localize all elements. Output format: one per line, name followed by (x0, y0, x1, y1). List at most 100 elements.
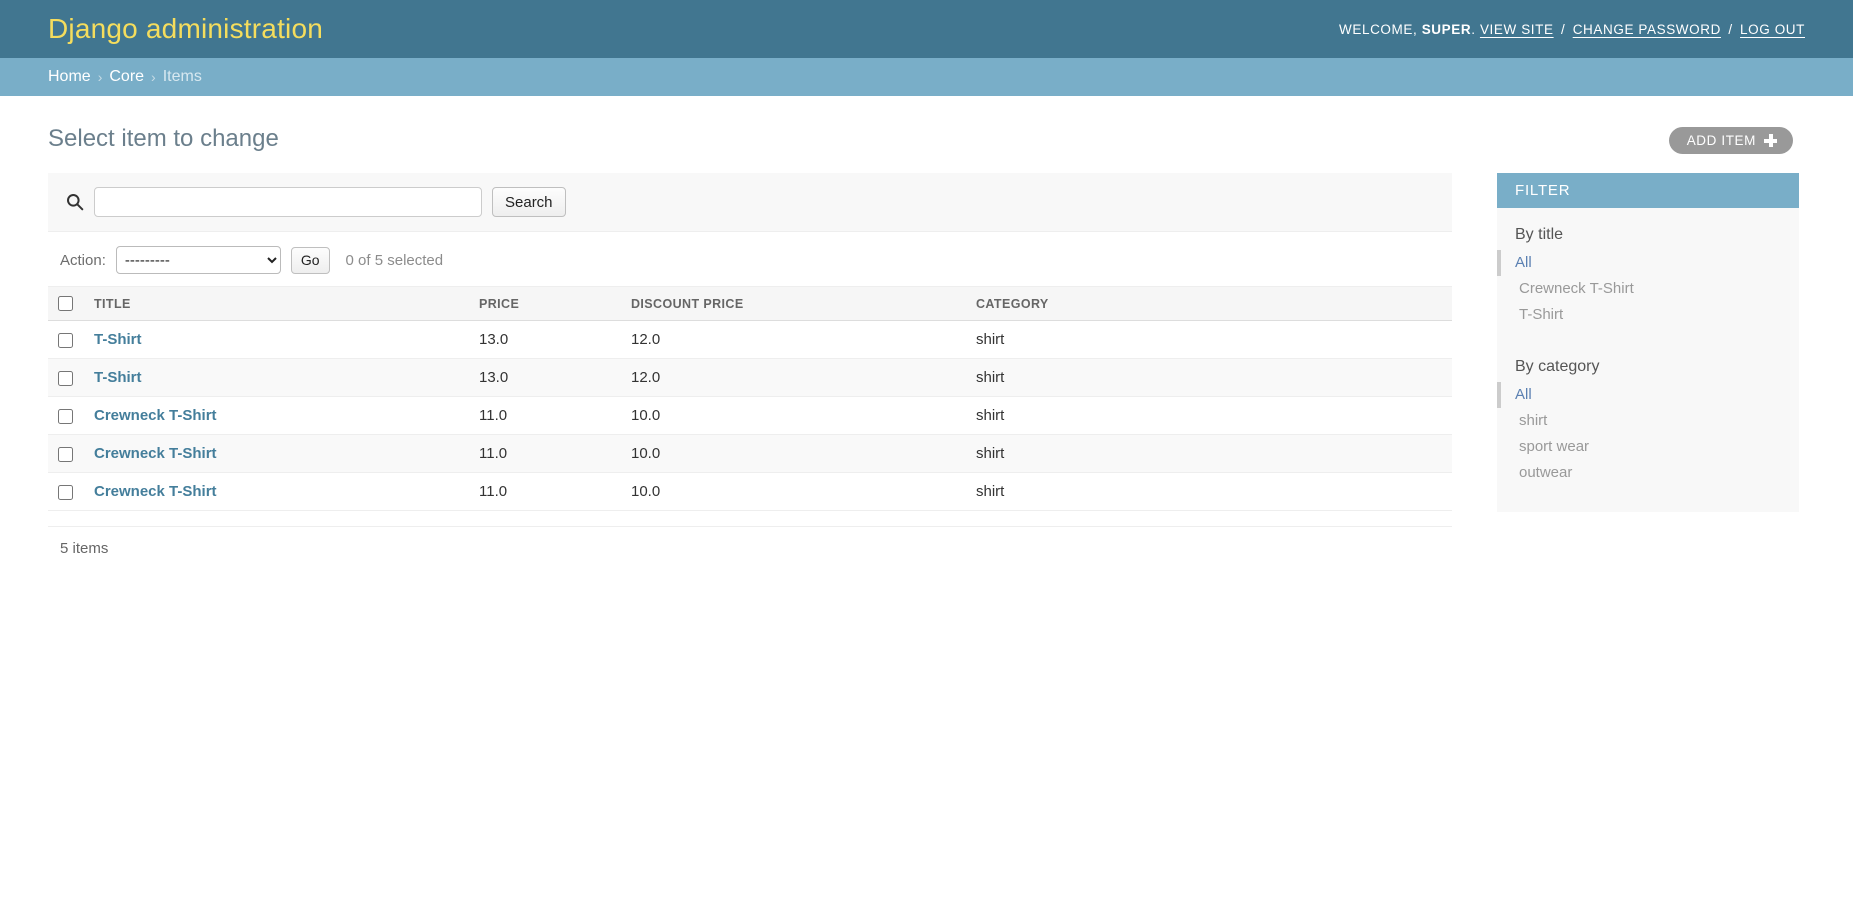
filter-choice[interactable]: sport wear (1497, 434, 1799, 460)
cell-discount-price: 12.0 (621, 320, 966, 360)
object-tools: ADD ITEM (1668, 127, 1793, 154)
filter-choice-link[interactable]: sport wear (1519, 438, 1589, 455)
row-select-checkbox[interactable] (58, 446, 73, 462)
row-select-checkbox[interactable] (58, 484, 73, 500)
cell-title: Crewneck T-Shirt (84, 396, 469, 436)
view-site-link[interactable]: VIEW SITE (1480, 22, 1554, 37)
filter-choice[interactable]: Crewneck T-Shirt (1497, 276, 1799, 302)
table-row: T-Shirt 13.0 12.0 shirt (48, 320, 1452, 360)
cell-category: shirt (966, 396, 1452, 436)
filter-choice-list: All shirt sport wear outwear (1497, 382, 1799, 492)
item-title-link[interactable]: Crewneck T-Shirt (94, 407, 217, 424)
item-title-link[interactable]: T-Shirt (94, 369, 142, 386)
table-header-row: TITLE PRICE DISCOUNT PRICE CATEGORY (48, 285, 1452, 322)
content-title-row: Select item to change ADD ITEM (48, 96, 1805, 154)
cell-price: 11.0 (469, 434, 621, 474)
add-item-button[interactable]: ADD ITEM (1668, 127, 1793, 154)
filter-sidebar: FILTER By title All Crewneck T-Shirt T-Shir… (1497, 173, 1799, 512)
row-select-checkbox[interactable] (58, 408, 73, 424)
filter-choice-list: All Crewneck T-Shirt T-Shirt (1497, 250, 1799, 334)
cell-title: Crewneck T-Shirt (84, 434, 469, 474)
results-table: TITLE PRICE DISCOUNT PRICE CATEGORY T-Sh… (48, 285, 1452, 512)
table-row: Crewneck T-Shirt 11.0 10.0 shirt (48, 472, 1452, 512)
changelist-form: Action: --------- Go 0 of 5 selected TIT… (48, 232, 1452, 571)
row-select-cell (48, 320, 84, 360)
row-select-checkbox[interactable] (58, 370, 73, 386)
breadcrumb: Home › Core › Items (0, 58, 1853, 96)
filter-choice[interactable]: shirt (1497, 408, 1799, 434)
breadcrumb-home[interactable]: Home (48, 68, 91, 86)
cell-discount-price: 10.0 (621, 396, 966, 436)
search-submit-button[interactable] (492, 187, 566, 217)
user-tools-separator-2: / (1728, 21, 1733, 37)
user-tools: WELCOME, SUPER. VIEW SITE / CHANGE PASSW… (1339, 22, 1805, 37)
row-select-cell (48, 434, 84, 474)
log-out-link[interactable]: LOG OUT (1740, 22, 1805, 37)
select-all-header (48, 285, 84, 322)
site-header: Django administration WELCOME, SUPER. VI… (0, 0, 1853, 58)
select-all-checkbox[interactable] (58, 296, 73, 312)
column-header-category[interactable]: CATEGORY (966, 285, 1452, 322)
row-select-cell (48, 358, 84, 398)
breadcrumb-items: Items (162, 68, 202, 85)
breadcrumb-separator-2: › (151, 69, 156, 85)
username-label: SUPER (1421, 21, 1472, 37)
filter-choice[interactable]: All (1497, 382, 1799, 408)
site-title: Django administration (48, 13, 324, 44)
cell-price: 13.0 (469, 358, 621, 398)
filter-choice-link[interactable]: All (1515, 254, 1532, 271)
row-select-cell (48, 472, 84, 512)
breadcrumb-separator-1: › (97, 69, 103, 85)
search-toolbar (48, 173, 1452, 232)
change-password-link[interactable]: CHANGE PASSWORD (1573, 22, 1721, 37)
cell-price: 11.0 (469, 396, 621, 436)
user-tools-separator-1: / (1560, 21, 1566, 37)
filter-title: FILTER (1497, 173, 1799, 208)
item-title-link[interactable]: Crewneck T-Shirt (94, 483, 217, 500)
row-select-checkbox[interactable] (58, 332, 73, 348)
cell-title: T-Shirt (84, 320, 469, 360)
cell-price: 13.0 (469, 320, 621, 360)
add-item-label: ADD ITEM (1686, 133, 1756, 148)
filter-choice-link[interactable]: shirt (1519, 412, 1547, 429)
filter-choice-link[interactable]: outwear (1519, 464, 1572, 481)
filter-group-heading: By category (1515, 358, 1600, 375)
filter-choice-link[interactable]: All (1515, 386, 1532, 403)
filter-group-heading: By title (1515, 226, 1564, 243)
cell-category: shirt (966, 472, 1452, 512)
filter-choice[interactable]: outwear (1497, 460, 1799, 486)
cell-discount-price: 10.0 (621, 472, 966, 512)
filter-groups: By title All Crewneck T-Shirt T-Shirt By cat… (1497, 208, 1799, 492)
table-row: Crewneck T-Shirt 11.0 10.0 shirt (48, 396, 1452, 436)
actions-bar: Action: --------- Go 0 of 5 selected (48, 232, 1452, 286)
search-input[interactable] (94, 187, 482, 217)
page-title: Select item to change (48, 125, 279, 152)
action-counter: 0 of 5 selected (345, 251, 444, 269)
cell-category: shirt (966, 358, 1452, 398)
welcome-period: . (1471, 21, 1476, 37)
cell-discount-price: 10.0 (621, 434, 966, 474)
breadcrumb-core[interactable]: Core (109, 68, 144, 86)
table-row: T-Shirt 13.0 12.0 shirt (48, 358, 1452, 398)
cell-category: shirt (966, 434, 1452, 474)
action-go-button[interactable]: Go (290, 246, 330, 274)
cell-discount-price: 12.0 (621, 358, 966, 398)
column-header-title[interactable]: TITLE (84, 285, 469, 322)
plus-icon (1764, 134, 1777, 147)
search-icon (66, 193, 84, 211)
action-select[interactable]: --------- (115, 246, 281, 274)
filter-choice-link[interactable]: Crewneck T-Shirt (1519, 280, 1634, 297)
column-header-discount-price[interactable]: DISCOUNT PRICE (621, 285, 966, 322)
item-title-link[interactable]: Crewneck T-Shirt (94, 445, 217, 462)
cell-title: Crewneck T-Shirt (84, 472, 469, 512)
main-row: Action: --------- Go 0 of 5 selected (48, 173, 1805, 586)
column-header-price[interactable]: PRICE (469, 285, 621, 322)
item-title-link[interactable]: T-Shirt (94, 331, 142, 348)
results-table-body: T-Shirt 13.0 12.0 shirt T-Shirt 13.0 12.0 shirt… (48, 320, 1452, 512)
filter-choice[interactable]: All (1497, 250, 1799, 276)
action-label: Action: (60, 251, 106, 269)
cell-title: T-Shirt (84, 358, 469, 398)
filter-choice-link[interactable]: T-Shirt (1519, 306, 1563, 323)
filter-choice[interactable]: T-Shirt (1497, 302, 1799, 328)
table-row: Crewneck T-Shirt 11.0 10.0 shirt (48, 434, 1452, 474)
